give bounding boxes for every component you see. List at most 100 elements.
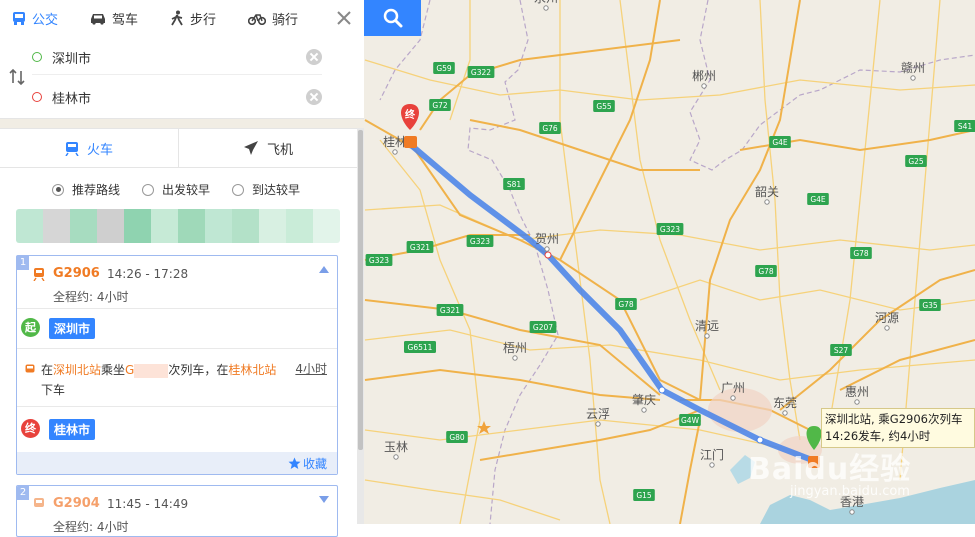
city-dot bbox=[393, 454, 399, 460]
collapse-arrow-icon[interactable] bbox=[319, 266, 329, 273]
close-icon[interactable] bbox=[334, 8, 354, 28]
city-label[interactable]: 广州 bbox=[721, 381, 745, 395]
plane-icon bbox=[243, 141, 258, 155]
origin-value: 深圳市 bbox=[52, 51, 92, 67]
route-panel: 公交 驾车 步行 骑行 深圳市 桂林市 火车 飞机 推荐路线 出发较早 到达较早… bbox=[0, 0, 364, 537]
total-duration: 全程约: 4小时 bbox=[53, 290, 129, 304]
route-step: 在深圳北站乘坐G 次列车，在桂林北站 下车 bbox=[41, 360, 311, 400]
mode-bike-label: 骑行 bbox=[272, 12, 299, 28]
transport-tabs: 火车 飞机 bbox=[0, 129, 357, 168]
route-card-2[interactable]: 2 G2904 11:45 - 14:49 全程约: 4小时 bbox=[16, 485, 338, 537]
tooltip-line-2: 14:26发车, 约4小时 bbox=[825, 429, 931, 443]
highway-shield-label: G35 bbox=[922, 301, 938, 310]
city-label[interactable]: 河源 bbox=[875, 311, 899, 325]
route-index: 1 bbox=[17, 256, 29, 270]
highway-shield-label: G207 bbox=[533, 323, 553, 332]
highway-shield-label: G72 bbox=[432, 101, 448, 110]
tab-flight[interactable]: 飞机 bbox=[178, 129, 357, 167]
board-station[interactable]: 深圳北站 bbox=[53, 363, 101, 377]
watermark-logo: Baidu经验 bbox=[748, 452, 912, 487]
start-badge: 起 bbox=[21, 318, 40, 337]
car-icon bbox=[91, 13, 106, 25]
sort-recommended[interactable]: 推荐路线 bbox=[52, 181, 120, 198]
expand-arrow-icon[interactable] bbox=[319, 496, 329, 503]
city-dot bbox=[709, 462, 715, 468]
mode-drive[interactable]: 驾车 bbox=[66, 0, 146, 36]
sort-early-arrive[interactable]: 到达较早 bbox=[232, 181, 300, 198]
sort-early-arrive-label: 到达较早 bbox=[252, 183, 301, 197]
divider bbox=[17, 406, 337, 407]
mode-transit[interactable]: 公交 bbox=[0, 0, 66, 36]
city-label[interactable]: 桂林 bbox=[383, 134, 407, 149]
alight-station[interactable]: 桂林北站 bbox=[228, 363, 276, 377]
tooltip-line-1: 深圳北站, 乘G2906次列车 bbox=[825, 412, 963, 426]
destination-field[interactable]: 桂林市 bbox=[32, 80, 322, 114]
train-icon bbox=[33, 268, 45, 281]
start-city[interactable]: 深圳市 bbox=[49, 318, 96, 339]
city-label[interactable]: 肇庆 bbox=[632, 392, 656, 407]
city-label[interactable]: 永州 bbox=[534, 0, 558, 5]
total-duration: 全程约: 4小时 bbox=[53, 520, 129, 534]
end-city[interactable]: 桂林市 bbox=[49, 419, 96, 440]
travel-mode-bar: 公交 驾车 步行 骑行 bbox=[0, 0, 364, 37]
favorite-label: 收藏 bbox=[302, 457, 327, 471]
city-label[interactable]: 云浮 bbox=[586, 407, 610, 421]
step-duration[interactable]: 4小时 bbox=[295, 360, 327, 377]
blurred-train-number bbox=[134, 363, 169, 378]
city-label[interactable]: 玉林 bbox=[384, 440, 408, 454]
mode-bike[interactable]: 骑行 bbox=[224, 0, 306, 36]
clear-origin-icon[interactable] bbox=[306, 49, 322, 65]
end-marker-label: 终 bbox=[405, 108, 416, 121]
sort-early-depart[interactable]: 出发较早 bbox=[142, 181, 210, 198]
highway-shield-label: G322 bbox=[471, 68, 491, 77]
train-number[interactable]: G2904 bbox=[53, 496, 100, 511]
city-label[interactable]: 东莞 bbox=[773, 396, 797, 410]
favorite-bar: 收藏 bbox=[17, 452, 337, 474]
origin-field[interactable]: 深圳市 bbox=[32, 40, 322, 75]
train-number[interactable]: G2906 bbox=[53, 266, 100, 281]
city-dot bbox=[849, 509, 855, 515]
watermark-url: jingyan.baidu.com bbox=[790, 484, 910, 499]
step-text: 在 bbox=[41, 363, 54, 377]
clear-destination-icon[interactable] bbox=[306, 89, 322, 105]
city-dot bbox=[701, 83, 707, 89]
city-label[interactable]: 赣州 bbox=[901, 61, 925, 75]
swap-icon[interactable] bbox=[8, 68, 26, 86]
city-label[interactable]: 江门 bbox=[700, 447, 724, 462]
route-card-1[interactable]: 1 G2906 14:26 - 17:28 全程约: 4小时 起 深圳市 在深圳… bbox=[16, 255, 338, 475]
mode-walk-label: 步行 bbox=[190, 12, 217, 28]
city-label[interactable]: 清远 bbox=[695, 319, 719, 333]
highway-shield-label: G4E bbox=[772, 138, 788, 147]
step-text: 下车 bbox=[41, 383, 66, 397]
train-step-icon bbox=[25, 364, 35, 373]
scrollbar-thumb[interactable] bbox=[358, 130, 363, 450]
favorite-button[interactable]: 收藏 bbox=[288, 455, 327, 472]
destination-value: 桂林市 bbox=[52, 91, 92, 107]
city-label[interactable]: 郴州 bbox=[692, 69, 716, 83]
city-label[interactable]: 梧州 bbox=[503, 340, 527, 355]
train-icon bbox=[65, 141, 79, 156]
walk-icon bbox=[171, 10, 183, 26]
city-label[interactable]: 贺州 bbox=[535, 232, 559, 246]
train-station-icon bbox=[404, 136, 417, 148]
sort-options: 推荐路线 出发较早 到达较早 bbox=[52, 181, 322, 198]
sort-early-depart-label: 出发较早 bbox=[162, 183, 211, 197]
highway-shield-label: G78 bbox=[618, 300, 634, 309]
divider bbox=[17, 308, 337, 309]
city-label[interactable]: 韶关 bbox=[755, 184, 779, 199]
city-label[interactable]: 惠州 bbox=[845, 385, 869, 399]
tab-flight-label: 飞机 bbox=[266, 142, 293, 158]
highway-shield-label: G321 bbox=[410, 243, 430, 252]
train-icon bbox=[34, 498, 44, 507]
city-dot bbox=[543, 5, 549, 11]
search-button[interactable] bbox=[364, 0, 421, 36]
highway-shield-label: G80 bbox=[449, 433, 465, 442]
highway-shield-label: G4E bbox=[810, 195, 826, 204]
highway-shield-label: S27 bbox=[834, 346, 849, 355]
mode-walk[interactable]: 步行 bbox=[146, 0, 224, 36]
highway-shield-label: G55 bbox=[596, 102, 612, 111]
highway-shield-label: G25 bbox=[908, 157, 924, 166]
results-panel: 火车 飞机 推荐路线 出发较早 到达较早 1 G2906 14:26 - 17:… bbox=[0, 128, 357, 537]
tab-train[interactable]: 火车 bbox=[0, 129, 178, 167]
highway-shield-label: G76 bbox=[542, 124, 558, 133]
